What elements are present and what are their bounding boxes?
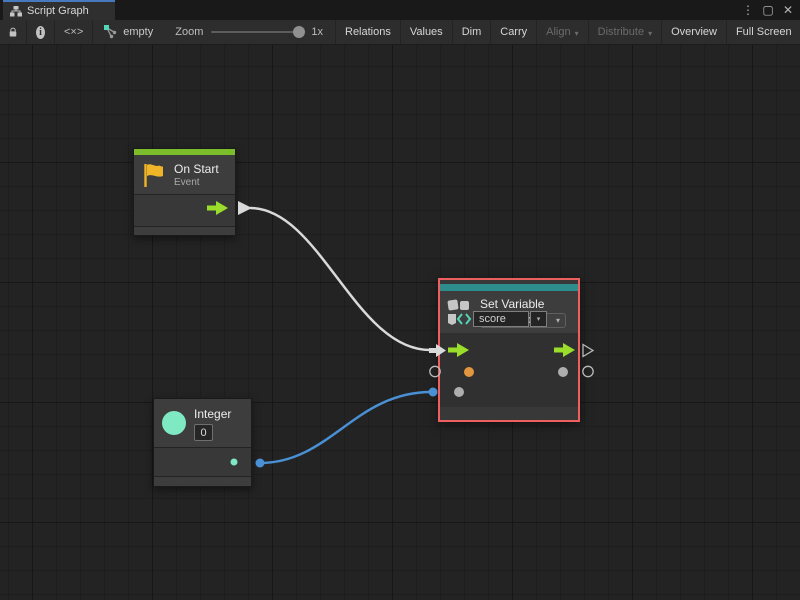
- code-angle-brackets-icon: <×>: [64, 26, 83, 38]
- distribute-button[interactable]: Distribute▾: [588, 20, 661, 44]
- on-start-ports: [134, 194, 235, 226]
- script-graph-window: Script Graph ⋮ ▢ ✕ i <×>: [0, 0, 800, 600]
- chevron-down-icon: ▾: [537, 315, 541, 323]
- unconnected-value-marker: [583, 366, 593, 376]
- tab-script-graph[interactable]: Script Graph: [3, 0, 115, 20]
- close-icon[interactable]: ✕: [780, 2, 796, 18]
- values-button[interactable]: Values: [400, 20, 452, 44]
- window-controls: ⋮ ▢ ✕: [740, 0, 796, 20]
- overview-button[interactable]: Overview: [661, 20, 726, 44]
- node-subtitle: Event: [174, 177, 219, 188]
- code-preview-button[interactable]: <×>: [55, 20, 93, 44]
- flag-icon: [142, 162, 166, 188]
- unconnected-control-marker: [583, 345, 593, 357]
- wire-end-dot: [429, 388, 438, 397]
- toolbar-buttons: Relations Values Dim Carry Align▾ Distri…: [335, 20, 800, 44]
- integer-ports: [154, 447, 251, 476]
- chevron-down-icon: ▾: [648, 29, 652, 38]
- carry-button[interactable]: Carry: [490, 20, 536, 44]
- integer-value-field[interactable]: 0: [194, 424, 213, 441]
- node-footer: [134, 226, 235, 235]
- value-wire[interactable]: [260, 392, 431, 463]
- fullscreen-button[interactable]: Full Screen: [726, 20, 800, 44]
- set-variable-ports: score ▾: [440, 333, 578, 407]
- menu-icon[interactable]: ⋮: [740, 2, 756, 18]
- tab-title: Script Graph: [27, 5, 89, 17]
- graph-toolbar: i <×> empty Zoom 1x Relations Va: [0, 20, 800, 45]
- node-set-variable[interactable]: Set Variable Application ▾ score ▾: [440, 280, 578, 420]
- chevron-down-icon: ▾: [575, 29, 579, 38]
- selection-indicator: empty: [93, 20, 163, 44]
- node-footer: [440, 407, 578, 418]
- node-footer: [154, 476, 251, 486]
- zoom-slider[interactable]: [211, 31, 303, 33]
- zoom-control: Zoom 1x: [163, 20, 335, 44]
- graph-selection-icon: [103, 25, 117, 39]
- zoom-value: 1x: [311, 26, 323, 38]
- control-wire[interactable]: [250, 208, 430, 350]
- integer-type-icon: [162, 411, 186, 435]
- graph-icon: [10, 6, 22, 17]
- lock-button[interactable]: [0, 20, 27, 44]
- wire-start-arrow: [238, 201, 252, 215]
- zoom-label: Zoom: [175, 26, 203, 38]
- selection-outline: Set Variable Application ▾ score ▾: [438, 278, 580, 422]
- variable-color-bar: [440, 284, 578, 291]
- maximize-icon[interactable]: ▢: [760, 2, 776, 18]
- node-title: Set Variable: [480, 297, 566, 311]
- chevron-down-icon: ▾: [556, 316, 560, 325]
- node-title: Integer: [194, 407, 231, 421]
- tab-bar: Script Graph ⋮ ▢ ✕: [0, 0, 800, 20]
- info-icon: i: [36, 26, 45, 39]
- inspect-button[interactable]: i: [27, 20, 55, 44]
- zoom-slider-knob[interactable]: [293, 26, 305, 38]
- dim-button[interactable]: Dim: [452, 20, 491, 44]
- set-variable-icon: [447, 299, 473, 326]
- node-title: On Start: [174, 162, 219, 176]
- variable-name-dropdown[interactable]: ▾: [530, 311, 547, 327]
- connections-layer: [0, 90, 800, 600]
- wire-start-dot: [256, 459, 265, 468]
- lock-icon: [9, 26, 17, 39]
- node-integer[interactable]: Integer 0: [153, 398, 252, 487]
- graph-canvas[interactable]: On Start Event Integer 0: [0, 45, 800, 600]
- selection-label: empty: [123, 26, 153, 38]
- relations-button[interactable]: Relations: [335, 20, 400, 44]
- node-on-start[interactable]: On Start Event: [133, 148, 236, 236]
- variable-name-field[interactable]: score: [473, 311, 529, 327]
- align-button[interactable]: Align▾: [536, 20, 587, 44]
